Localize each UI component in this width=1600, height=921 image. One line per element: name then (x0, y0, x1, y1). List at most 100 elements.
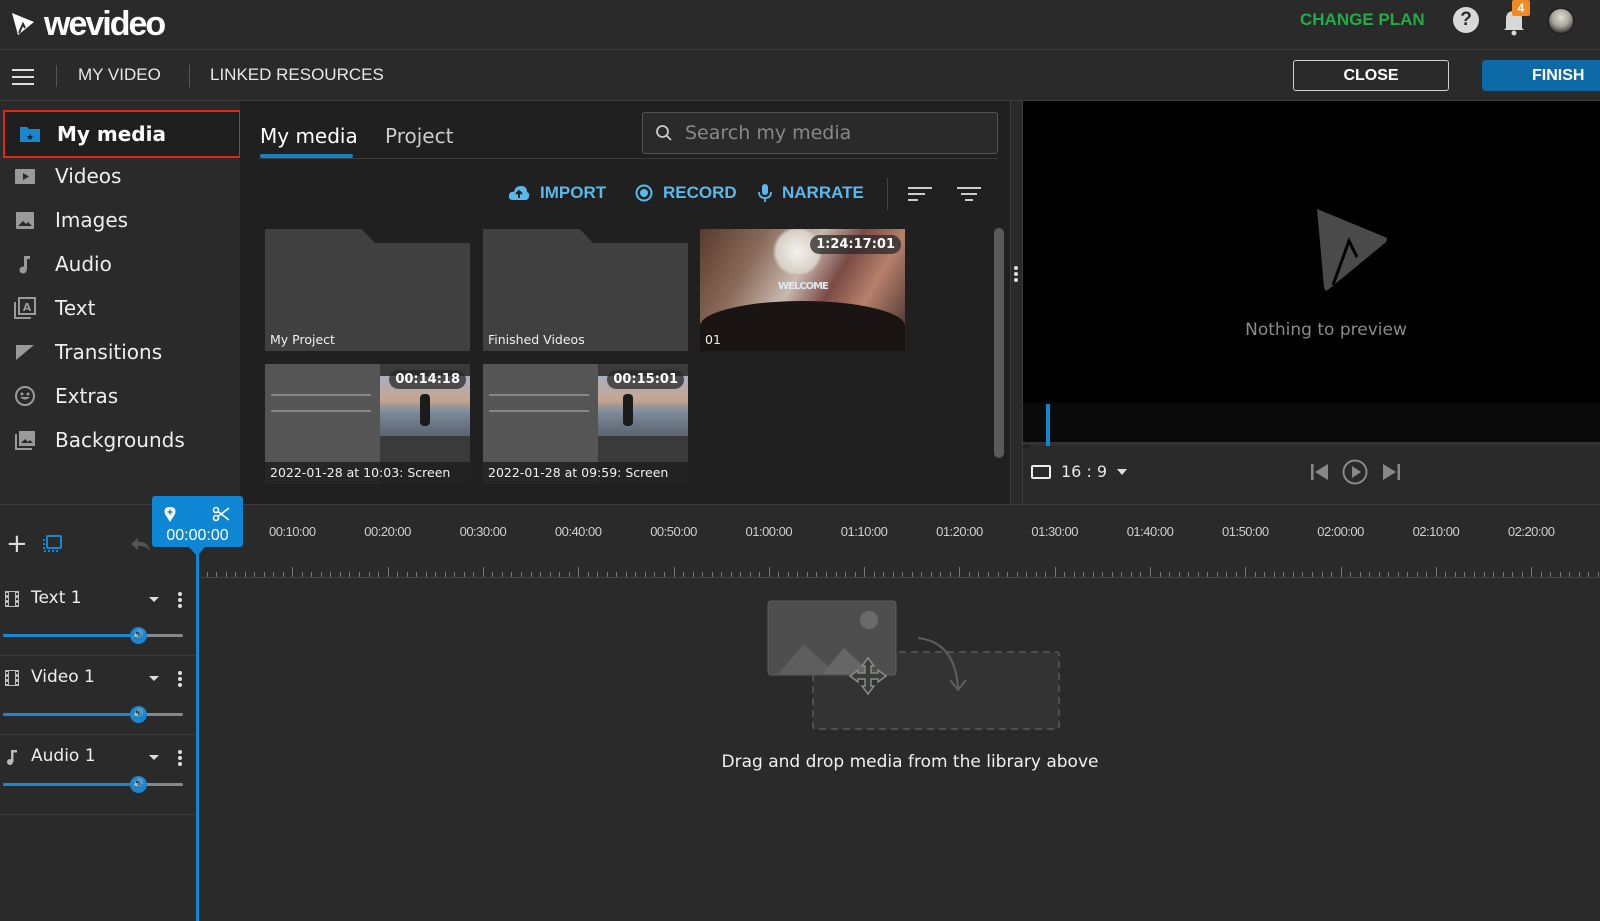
ruler-major-tick (768, 567, 770, 577)
sidebar-item-text[interactable]: A Text (0, 286, 240, 330)
playhead-line[interactable] (196, 548, 199, 921)
track-header: Text 1 🔊 (0, 577, 196, 656)
volume-knob[interactable]: 🔊 (130, 627, 147, 644)
add-marker-icon[interactable] (164, 506, 176, 522)
help-icon[interactable]: ? (1453, 7, 1479, 33)
tab-project[interactable]: Project (385, 124, 453, 148)
film-icon (5, 591, 19, 607)
close-button[interactable]: CLOSE (1293, 60, 1449, 91)
folder-tab-shape (265, 229, 470, 243)
preview-scrubber[interactable] (1023, 403, 1600, 445)
media-item-name: Finished Videos (488, 332, 585, 347)
filter-icon[interactable] (957, 186, 983, 202)
record-icon (635, 184, 653, 202)
finish-button[interactable]: FINISH (1482, 60, 1600, 91)
import-button[interactable]: IMPORT (508, 183, 606, 203)
skip-forward-icon[interactable] (1379, 460, 1403, 484)
video-icon (15, 169, 35, 184)
search-icon (656, 125, 672, 141)
tab-divider (258, 158, 998, 159)
sidebar-item-backgrounds[interactable]: Backgrounds (0, 418, 240, 462)
change-plan-link[interactable]: CHANGE PLAN (1300, 10, 1425, 30)
search-media-field[interactable] (642, 112, 998, 154)
media-item-name: 2022-01-28 at 10:03: Screen (270, 465, 451, 480)
media-video-item[interactable]: 00:14:18 2022-01-28 at 10:03: Screen (265, 364, 470, 484)
ruler-major-tick (482, 567, 484, 577)
thumbnail-detail (420, 394, 430, 426)
track-volume-slider[interactable]: 🔊 (3, 627, 183, 644)
sidebar-item-label: Audio (55, 252, 112, 276)
preview-playhead[interactable] (1046, 404, 1050, 446)
ruler-major-tick (1245, 567, 1247, 577)
track-more-icon[interactable] (178, 671, 182, 687)
sort-icon[interactable] (908, 186, 934, 202)
panel-splitter[interactable] (1010, 101, 1023, 504)
sidebar-item-images[interactable]: Images (0, 198, 240, 242)
sidebar-item-extras[interactable]: Extras (0, 374, 240, 418)
sidebar-item-label: Images (55, 208, 129, 232)
folder-star-icon: ★ (20, 127, 40, 143)
wevideo-logo[interactable]: wevideo (10, 5, 166, 43)
narrate-button[interactable]: NARRATE (758, 183, 864, 203)
track-dropdown-icon[interactable] (149, 755, 159, 760)
media-video-item[interactable]: WELCOME 1:24:17:01 01 (700, 229, 905, 351)
track-dropdown-icon[interactable] (149, 597, 159, 602)
snap-icon[interactable] (42, 535, 62, 553)
ruler-major-tick (578, 567, 580, 577)
track-name[interactable]: Audio 1 (31, 746, 96, 766)
ruler-tick-label: 02:10:00 (1412, 524, 1460, 539)
ruler-tick-label: 01:00:00 (745, 524, 793, 539)
ruler-tick-label: 00:50:00 (650, 524, 697, 539)
thumbnail-detail (271, 410, 371, 412)
track-name[interactable]: Video 1 (31, 667, 95, 687)
track-more-icon[interactable] (178, 750, 182, 766)
track-name[interactable]: Text 1 (31, 588, 82, 608)
track-dropdown-icon[interactable] (149, 676, 159, 681)
track-volume-slider[interactable]: 🔊 (3, 776, 183, 793)
ruler-tick-label: 01:30:00 (1031, 524, 1078, 539)
ruler-major-tick (292, 567, 294, 577)
play-icon[interactable] (1342, 459, 1368, 485)
my-video-link[interactable]: MY VIDEO (78, 65, 161, 85)
ruler-tick-label: 00:40:00 (554, 524, 602, 539)
search-input[interactable] (685, 121, 985, 145)
drag-handle-icon[interactable] (1014, 266, 1018, 282)
undo-icon[interactable] (130, 535, 152, 553)
linked-resources-link[interactable]: LINKED RESOURCES (210, 65, 384, 85)
media-item-name: 2022-01-28 at 09:59: Screen (488, 465, 669, 480)
add-track-icon[interactable]: + (6, 531, 28, 557)
ruler-major-tick (959, 567, 961, 577)
text-icon: A (14, 297, 36, 319)
narrate-label: NARRATE (782, 183, 864, 202)
record-button[interactable]: RECORD (635, 183, 737, 203)
media-folder[interactable]: Finished Videos (483, 229, 688, 351)
svg-text:★: ★ (26, 133, 34, 143)
aspect-ratio-selector[interactable]: 16 : 9 (1031, 462, 1128, 481)
sidebar-item-label: My media (57, 122, 166, 146)
volume-fill (3, 783, 138, 786)
aspect-ratio-value: 16 : 9 (1061, 462, 1108, 481)
sidebar-item-videos[interactable]: Videos (0, 154, 240, 198)
split-scissors-icon[interactable] (212, 506, 230, 522)
timeline-ruler[interactable]: 00:10:00 00:20:00 00:30:00 00:40:00 00:50:00… (200, 510, 1600, 578)
sidebar-item-my-media[interactable]: ★ My media (3, 110, 241, 158)
sidebar-item-label: Videos (55, 164, 122, 188)
tab-my-media[interactable]: My media (260, 124, 358, 148)
divider (56, 65, 57, 87)
sidebar-item-transitions[interactable]: Transitions (0, 330, 240, 374)
skip-back-icon[interactable] (1308, 460, 1332, 484)
track-volume-slider[interactable]: 🔊 (3, 706, 183, 723)
media-scrollbar[interactable] (994, 228, 1004, 458)
music-note-icon (7, 750, 17, 765)
hamburger-menu-icon[interactable] (12, 69, 34, 85)
user-avatar[interactable] (1547, 7, 1575, 35)
image-icon (16, 212, 34, 229)
media-folder[interactable]: My Project (265, 229, 470, 351)
volume-knob[interactable]: 🔊 (130, 776, 147, 793)
volume-knob[interactable]: 🔊 (130, 706, 147, 723)
ruler-tick-label: 01:10:00 (840, 524, 888, 539)
sidebar-item-audio[interactable]: Audio (0, 242, 240, 286)
wevideo-logo-icon (12, 13, 34, 35)
track-more-icon[interactable] (178, 592, 182, 608)
media-video-item[interactable]: 00:15:01 2022-01-28 at 09:59: Screen (483, 364, 688, 484)
